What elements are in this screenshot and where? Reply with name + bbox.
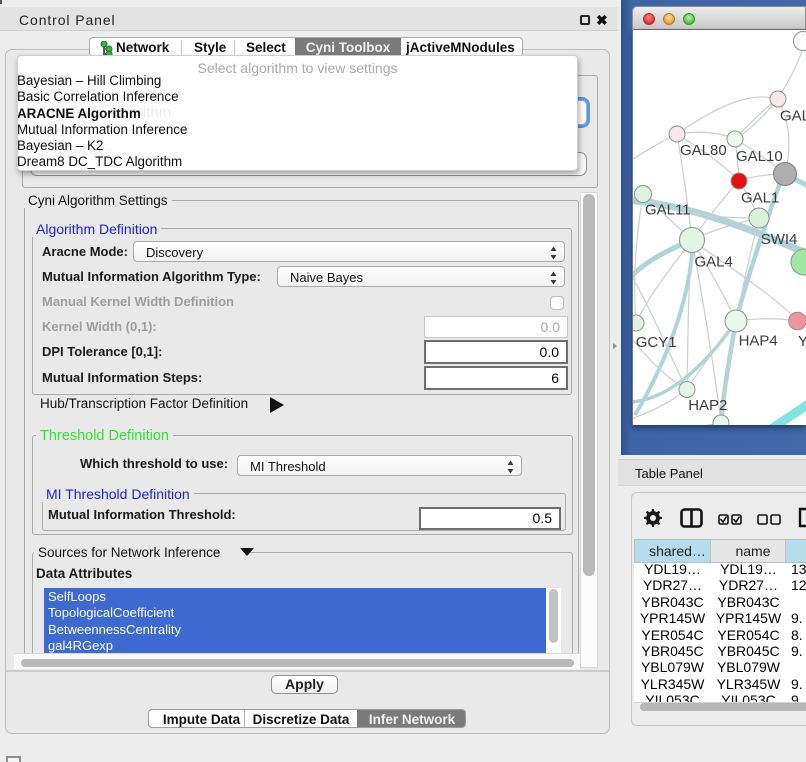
svg-text:GAL11: GAL11 (645, 202, 691, 219)
svg-text:GAL80: GAL80 (680, 142, 727, 159)
svg-text:SWI4: SWI4 (761, 231, 798, 248)
svg-text:HAP2: HAP2 (688, 397, 727, 414)
svg-text:HAP4: HAP4 (739, 333, 778, 350)
svg-text:GAL4: GAL4 (695, 254, 733, 271)
svg-text:GAL1: GAL1 (741, 190, 779, 207)
svg-text:GAL2: GAL2 (780, 108, 806, 125)
svg-text:GCY1: GCY1 (636, 334, 677, 351)
svg-text:YBR0: YBR0 (798, 333, 806, 350)
svg-text:GAL10: GAL10 (736, 148, 783, 165)
